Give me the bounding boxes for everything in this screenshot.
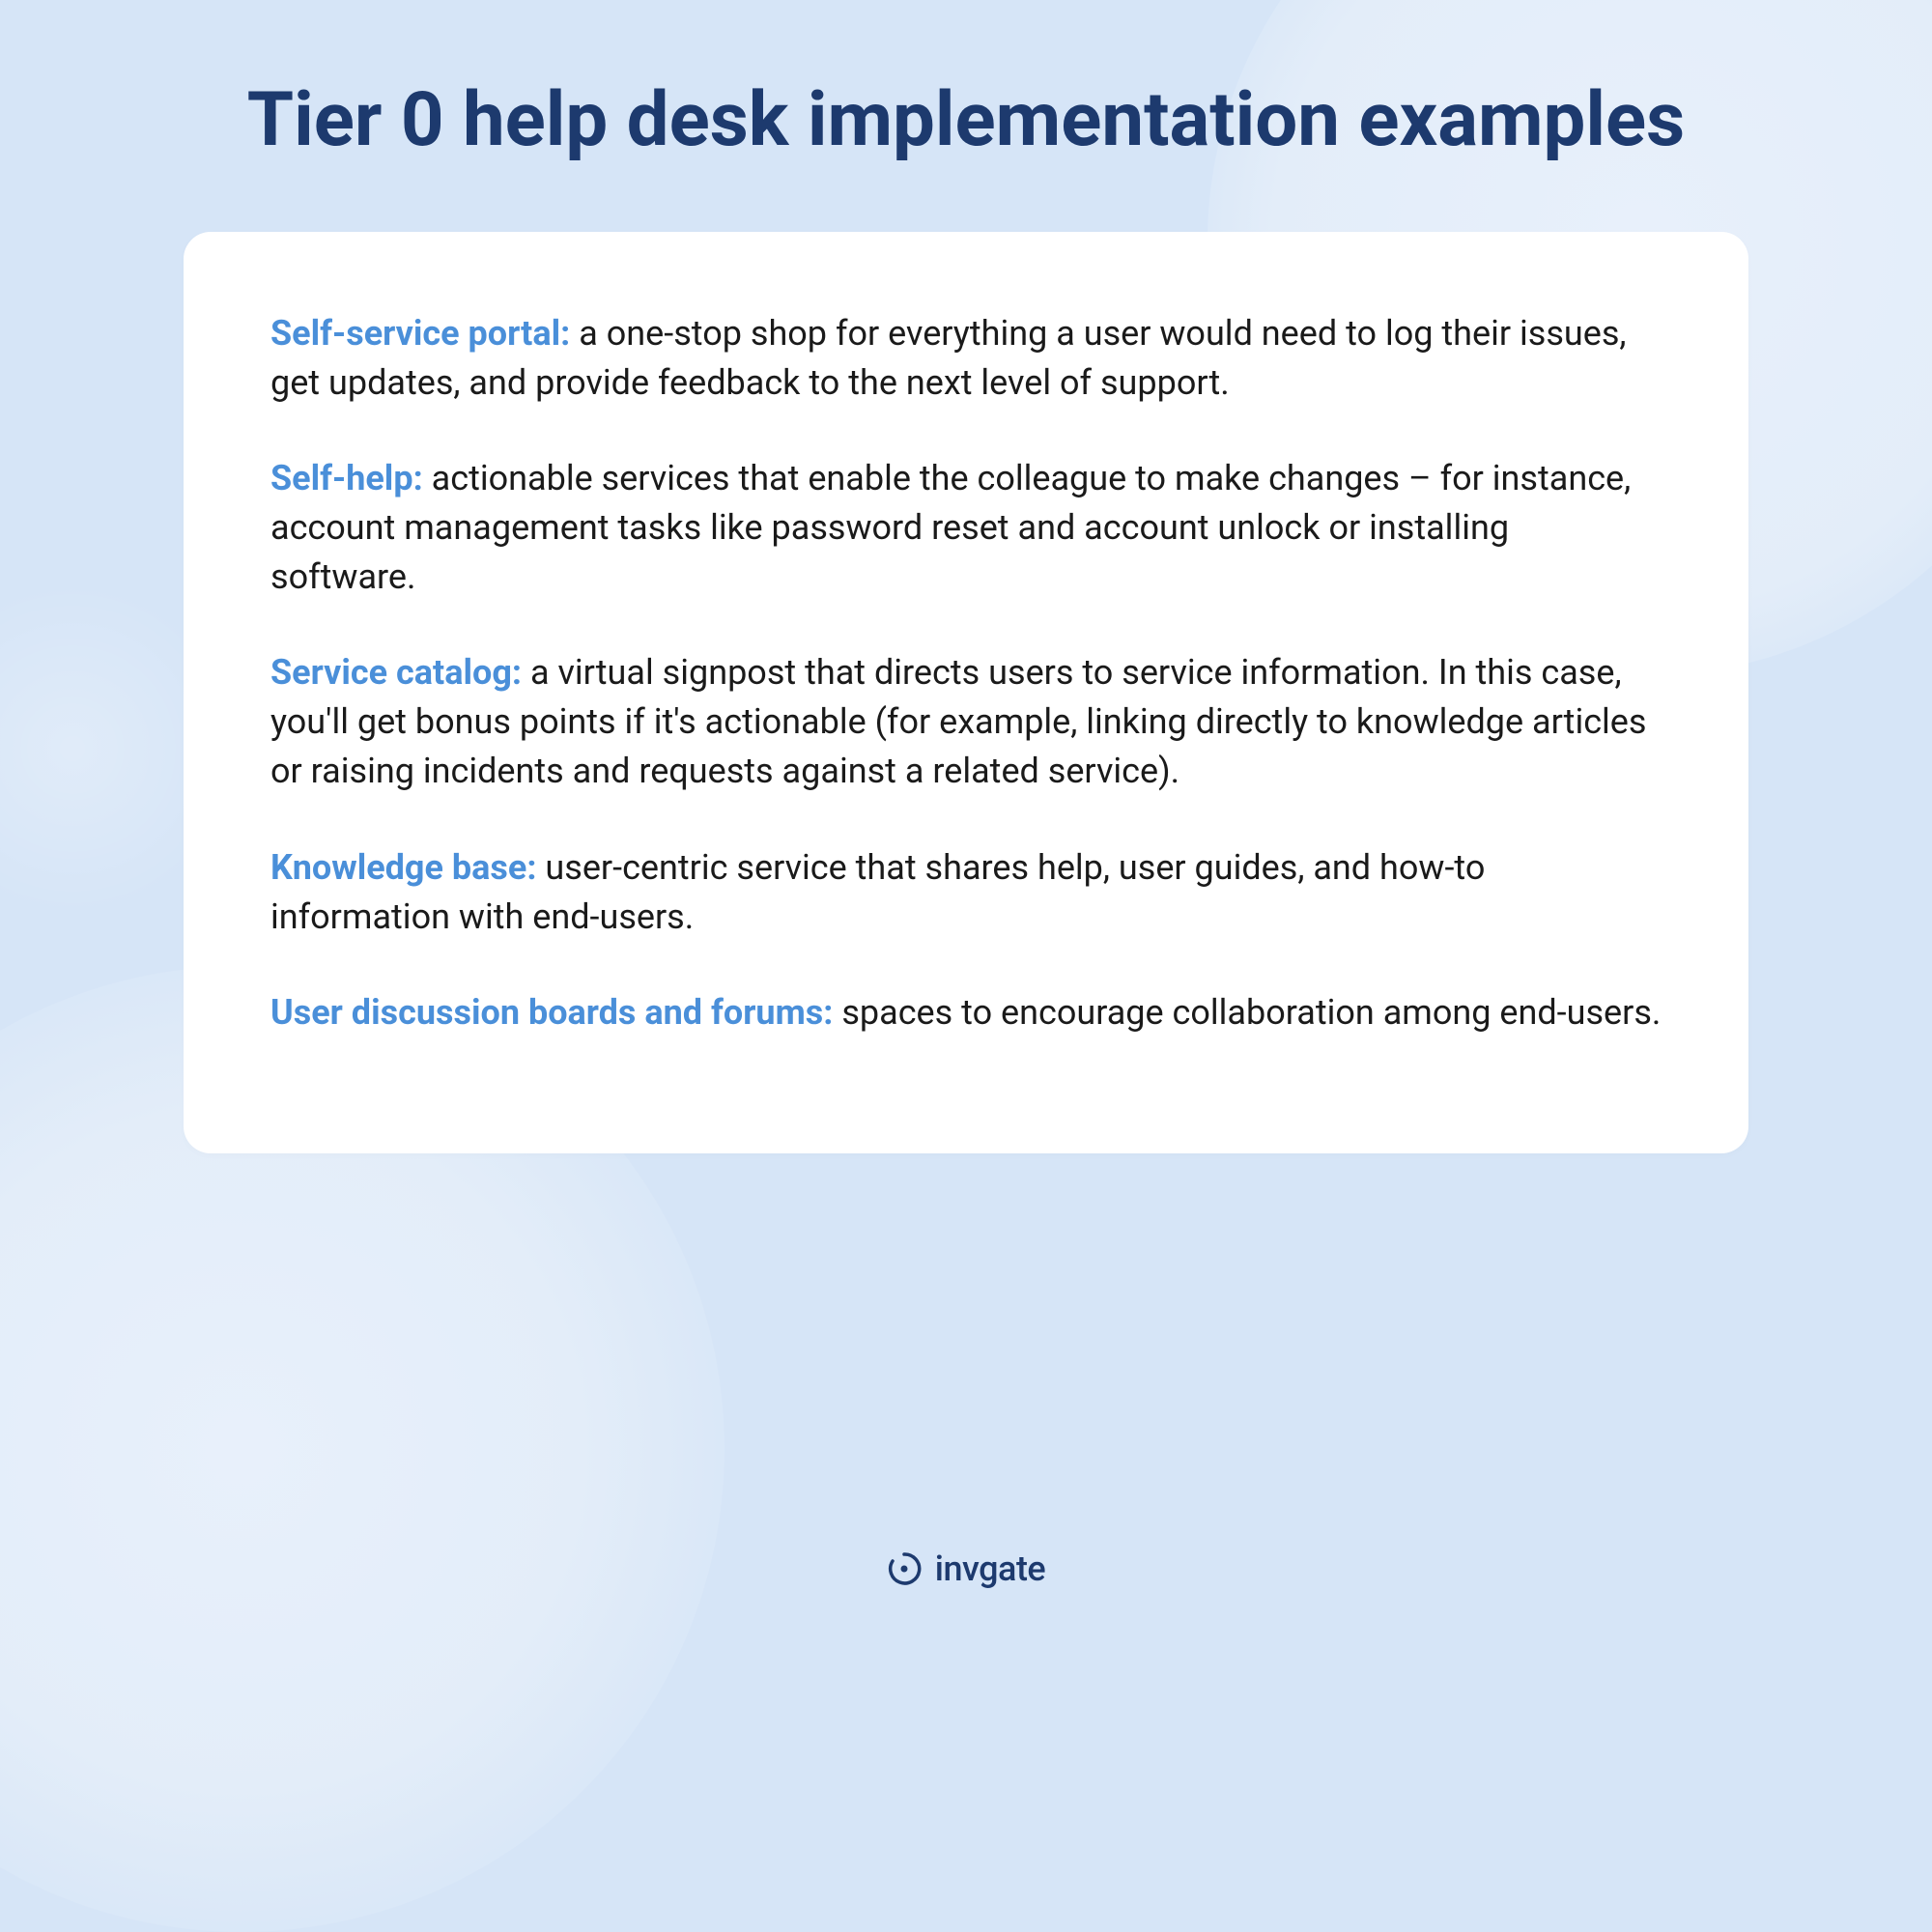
item-label: User discussion boards and forums:: [270, 992, 833, 1033]
footer: invgate: [0, 1548, 1932, 1589]
item-text: actionable services that enable the coll…: [270, 458, 1631, 597]
list-item: Self-help: actionable services that enab…: [270, 454, 1662, 602]
list-item: Service catalog: a virtual signpost that…: [270, 648, 1662, 796]
item-label: Service catalog:: [270, 652, 522, 693]
invgate-logo-icon: [887, 1551, 922, 1586]
content-container: Tier 0 help desk implementation examples…: [0, 0, 1932, 1642]
brand-name: invgate: [935, 1548, 1045, 1589]
item-label: Self-help:: [270, 458, 423, 498]
list-item: User discussion boards and forums: space…: [270, 988, 1662, 1037]
item-text: spaces to encourage collaboration among …: [833, 992, 1661, 1033]
page-title: Tier 0 help desk implementation examples: [247, 77, 1685, 164]
list-item: Self-service portal: a one-stop shop for…: [270, 309, 1662, 408]
list-item: Knowledge base: user-centric service tha…: [270, 843, 1662, 942]
item-label: Knowledge base:: [270, 847, 536, 888]
item-label: Self-service portal:: [270, 313, 570, 354]
content-card: Self-service portal: a one-stop shop for…: [184, 232, 1748, 1153]
